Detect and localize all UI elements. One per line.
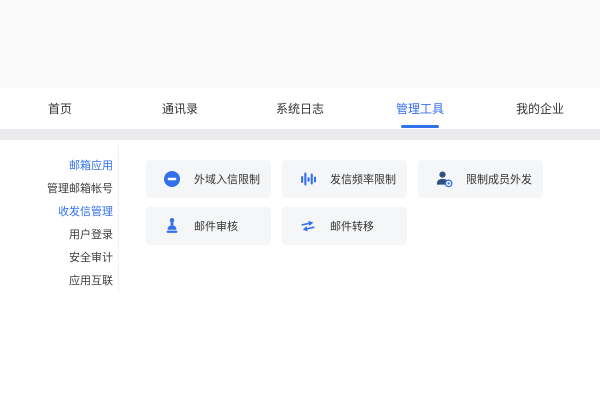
tab-contacts[interactable]: 通讯录 bbox=[120, 88, 240, 129]
tab-my-enterprise-label: 我的企业 bbox=[516, 100, 564, 117]
tab-contacts-label: 通讯录 bbox=[162, 100, 198, 117]
sidebar-item-security-audit[interactable]: 安全审计 bbox=[0, 247, 113, 270]
sidebar-item-send-receive-mgmt[interactable]: 收发信管理 bbox=[0, 201, 113, 224]
card-label: 限制成员外发 bbox=[466, 171, 532, 187]
tab-home-label: 首页 bbox=[48, 100, 72, 117]
card-label: 发信频率限制 bbox=[330, 171, 396, 187]
tab-admin-tools-label: 管理工具 bbox=[396, 100, 444, 117]
sidebar-item-user-login[interactable]: 用户登录 bbox=[0, 224, 113, 247]
frequency-bars-icon bbox=[299, 170, 317, 188]
restrict-member-icon bbox=[435, 170, 453, 188]
sidebar-item-mail-apps[interactable]: 邮箱应用 bbox=[0, 155, 113, 178]
top-band bbox=[0, 0, 600, 88]
sidebar-item-app-interconnect[interactable]: 应用互联 bbox=[0, 270, 113, 293]
card-external-inbound-limit[interactable]: 外域入信限制 bbox=[146, 160, 271, 198]
top-nav: 首页 通讯录 系统日志 管理工具 我的企业 bbox=[0, 88, 600, 129]
stamp-icon bbox=[163, 217, 181, 235]
sidebar-divider bbox=[118, 145, 119, 292]
minus-circle-icon bbox=[163, 170, 181, 188]
card-label: 邮件审核 bbox=[194, 218, 238, 234]
tool-card-grid: 外域入信限制 发信频率限制 bbox=[146, 160, 558, 245]
active-tab-underline bbox=[401, 125, 439, 128]
card-label: 外域入信限制 bbox=[194, 171, 260, 187]
card-restrict-member-outgoing[interactable]: 限制成员外发 bbox=[418, 160, 543, 198]
tab-system-log[interactable]: 系统日志 bbox=[240, 88, 360, 129]
tab-system-log-label: 系统日志 bbox=[276, 100, 324, 117]
transfer-icon bbox=[299, 217, 317, 235]
admin-console-page: 首页 通讯录 系统日志 管理工具 我的企业 邮箱应用 管理邮箱帐号 收发信管理 … bbox=[0, 0, 600, 400]
tab-my-enterprise[interactable]: 我的企业 bbox=[480, 88, 600, 129]
sidebar-item-manage-accounts[interactable]: 管理邮箱帐号 bbox=[0, 178, 113, 201]
card-mail-transfer[interactable]: 邮件转移 bbox=[282, 207, 407, 245]
card-mail-review[interactable]: 邮件审核 bbox=[146, 207, 271, 245]
separator-strip bbox=[0, 129, 600, 140]
tab-home[interactable]: 首页 bbox=[0, 88, 120, 129]
tool-category-sidebar: 邮箱应用 管理邮箱帐号 收发信管理 用户登录 安全审计 应用互联 bbox=[0, 155, 113, 293]
card-send-frequency-limit[interactable]: 发信频率限制 bbox=[282, 160, 407, 198]
tab-admin-tools[interactable]: 管理工具 bbox=[360, 88, 480, 129]
card-label: 邮件转移 bbox=[330, 218, 374, 234]
